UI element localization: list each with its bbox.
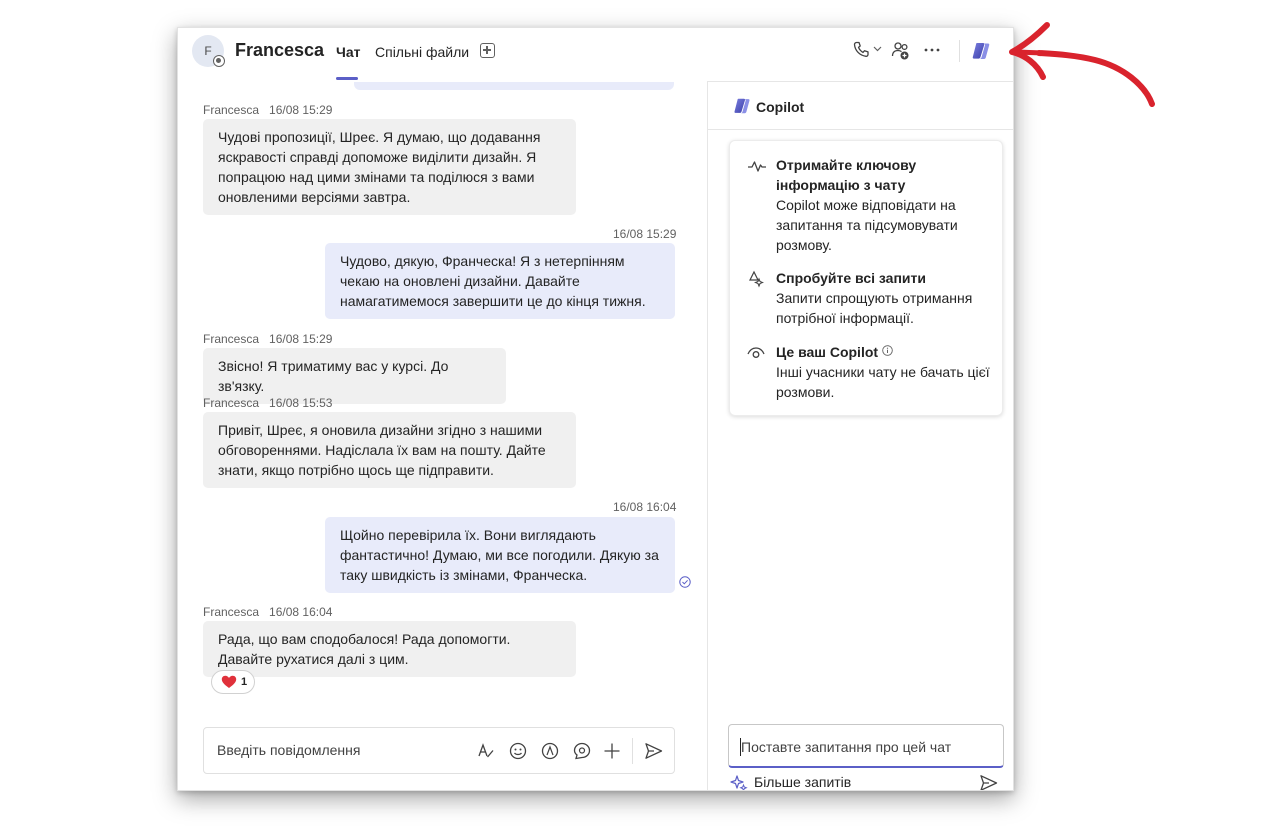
timestamp: 16/08 15:29 [269, 332, 333, 346]
info-icon[interactable] [882, 345, 893, 356]
more-icon[interactable] [924, 48, 940, 52]
copilot-pane: Copilot Отримайте ключову інформацію з ч… [708, 82, 1013, 791]
emoji-icon[interactable] [509, 742, 527, 760]
copilot-title: Copilot [756, 99, 805, 115]
pulse-icon [748, 161, 766, 172]
tab-shared-files[interactable]: Спільні файли [375, 44, 469, 60]
loop-icon[interactable] [541, 742, 559, 760]
composer-divider [632, 738, 633, 764]
message-bubble-outgoing[interactable]: Чудово, дякую, Франческа! Я з нетерпіння… [325, 243, 675, 319]
more-prompts-button[interactable]: Більше запитів [754, 774, 851, 790]
sparkle-icon[interactable] [730, 774, 748, 791]
message-meta: Francesca 16/08 15:29 [203, 332, 332, 346]
call-icon[interactable] [853, 41, 869, 59]
message-meta: Francesca 16/08 15:53 [203, 396, 332, 410]
teams-window: F Francesca Чат Спільні файли Francesca … [177, 27, 1014, 791]
copilot-item-title: Отримайте ключову інформацію з чату [776, 157, 917, 193]
message-composer[interactable]: Введіть повідомлення [203, 727, 675, 774]
message-meta: Francesca 16/08 15:29 [203, 103, 332, 117]
message-meta: Francesca 16/08 16:04 [203, 605, 332, 619]
chat-thread: Francesca 16/08 15:29 Чудові пропозиції,… [178, 82, 707, 790]
heart-reaction[interactable]: 1 [211, 670, 255, 694]
copilot-item-body: Copilot може відповідати на запитання та… [776, 197, 958, 253]
message-bubble-outgoing[interactable]: Щойно перевірила їх. Вони виглядають фан… [325, 517, 675, 593]
chevron-down-icon[interactable] [873, 46, 882, 52]
message-bubble-incoming[interactable]: Привіт, Шреє, я оновила дизайни згідно з… [203, 412, 576, 488]
timestamp: 16/08 16:04 [613, 500, 677, 514]
copilot-send-icon[interactable] [979, 774, 998, 791]
active-tab-indicator [336, 77, 358, 80]
sender-name: Francesca [203, 332, 260, 346]
header-divider [959, 40, 960, 62]
copilot-item-body: Запити спрощують отримання потрібної інф… [776, 290, 973, 326]
sender-name: Francesca [203, 605, 260, 619]
previous-message-bubble [354, 82, 674, 90]
sender-name: Francesca [203, 396, 260, 410]
tab-chat[interactable]: Чат [336, 44, 360, 60]
contact-name: Francesca [235, 40, 325, 60]
copilot-question-input[interactable]: Поставте запитання про цей чат [728, 724, 1004, 768]
copilot-item-title: Спробуйте всі запити [776, 270, 926, 286]
presence-status-icon [213, 55, 225, 67]
add-tab-icon[interactable] [480, 43, 495, 58]
message-bubble-incoming[interactable]: Чудові пропозиції, Шреє. Я думаю, що дод… [203, 119, 576, 215]
people-icon[interactable] [891, 41, 911, 61]
copilot-intro-card: Отримайте ключову інформацію з чату Copi… [729, 140, 1003, 416]
copilot-item-title: Це ваш Copilot [776, 342, 986, 362]
message-bubble-incoming[interactable]: Рада, що вам сподобалося! Рада допомогти… [203, 621, 576, 677]
read-receipt-icon [679, 576, 691, 588]
timestamp: 16/08 15:53 [269, 396, 333, 410]
attach-plus-icon[interactable] [603, 742, 621, 760]
format-icon[interactable] [477, 742, 495, 760]
copilot-header-separator [708, 129, 1013, 130]
copilot-logo-icon [734, 98, 750, 114]
message-input[interactable]: Введіть повідомлення [217, 742, 360, 758]
send-icon[interactable] [644, 742, 663, 760]
copilot-input-placeholder[interactable]: Поставте запитання про цей чат [741, 739, 951, 755]
reaction-count: 1 [241, 676, 248, 688]
copilot-item-title-text: Це ваш Copilot [776, 344, 879, 360]
chat-header: F Francesca Чат Спільні файли [178, 28, 1013, 82]
copilot-icon[interactable] [970, 40, 992, 62]
heart-icon [221, 675, 237, 688]
sender-name: Francesca [203, 103, 260, 117]
sticker-icon[interactable] [573, 742, 591, 760]
prompts-sparkle-icon [749, 270, 764, 288]
eye-icon [747, 347, 765, 358]
timestamp: 16/08 15:29 [613, 227, 677, 241]
timestamp: 16/08 16:04 [269, 605, 333, 619]
annotation-arrow-icon [1009, 22, 1155, 107]
copilot-item-body: Інші учасники чату не бачать цієї розмов… [776, 364, 990, 400]
timestamp: 16/08 15:29 [269, 103, 333, 117]
